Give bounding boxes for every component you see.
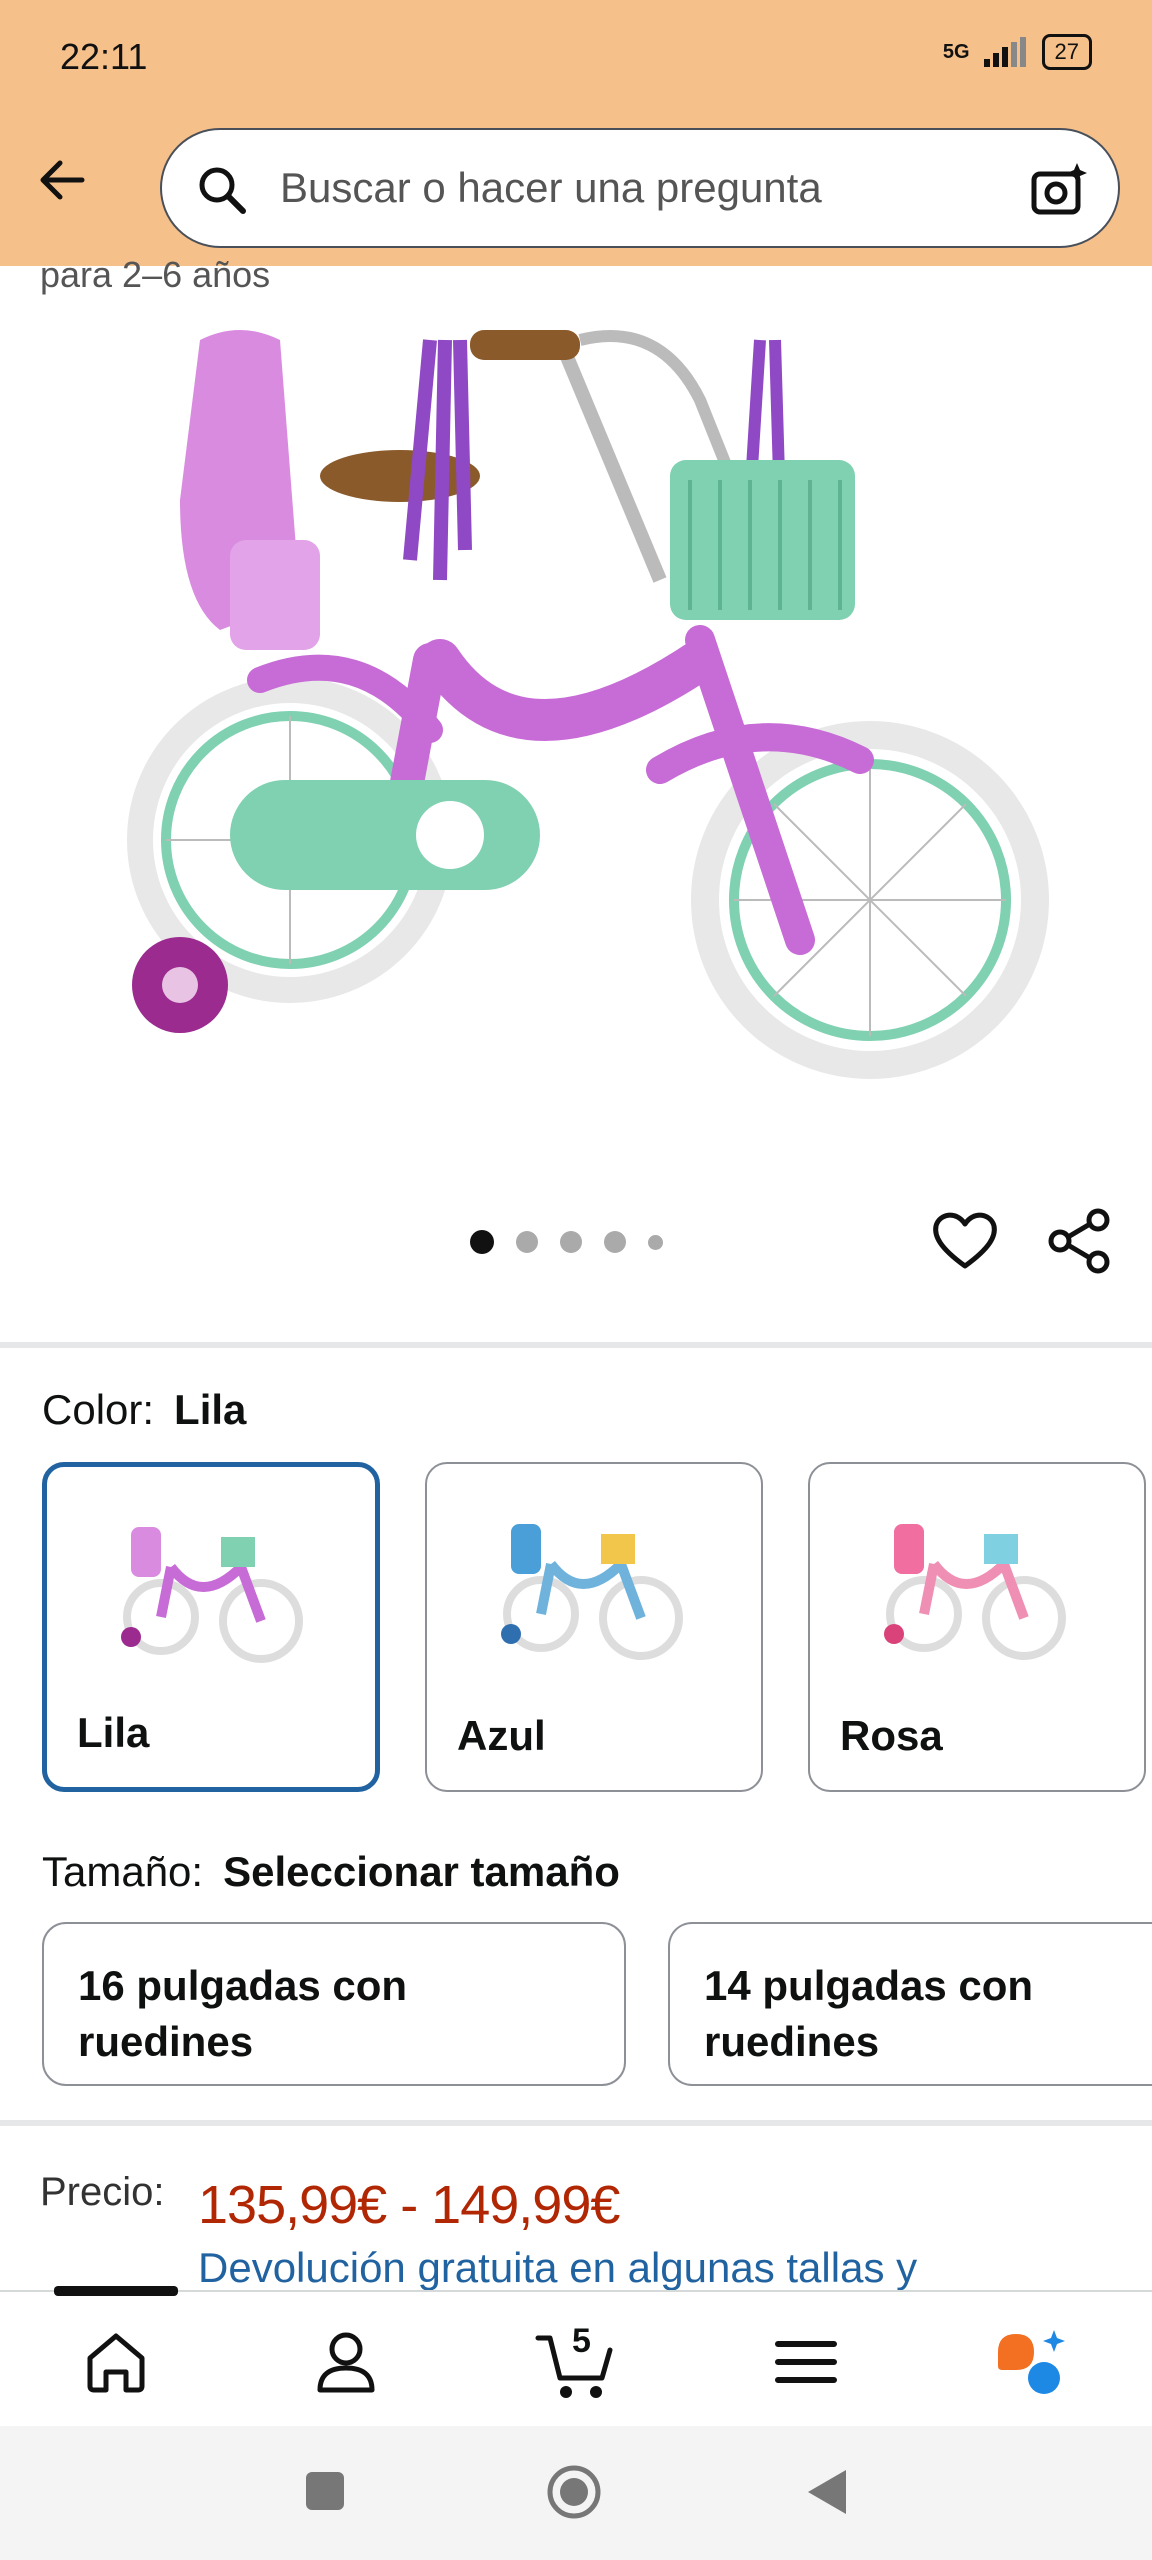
- recents-button[interactable]: [306, 2472, 344, 2510]
- carousel-dot[interactable]: [648, 1234, 663, 1250]
- back-system-button[interactable]: [804, 2466, 850, 2518]
- menu-icon[interactable]: [766, 2322, 846, 2402]
- search-icon: [199, 167, 246, 214]
- section-divider: [0, 1342, 1152, 1348]
- swatch-bike-image: [501, 1524, 683, 1660]
- heart-icon[interactable]: [930, 1208, 1000, 1272]
- color-option-name: Lila: [77, 1709, 150, 1756]
- size-label-row: Tamaño: Seleccionar tamaño: [42, 1848, 620, 1896]
- price-range: 135,99€ - 149,99€: [198, 2175, 620, 2235]
- camera-icon[interactable]: [1028, 160, 1088, 220]
- cart-button[interactable]: 5: [532, 2316, 622, 2406]
- color-selected-value: Lila: [174, 1386, 247, 1433]
- back-arrow-icon[interactable]: [32, 150, 92, 210]
- signal-label: 5G: [942, 40, 970, 63]
- carousel-dot[interactable]: [560, 1231, 582, 1253]
- color-option-name: Azul: [457, 1712, 546, 1759]
- status-icons: 5G 27: [943, 34, 1092, 70]
- battery-indicator: 27: [1041, 34, 1092, 70]
- cart-count: 5: [572, 2322, 591, 2360]
- size-option-line2: ruedines: [78, 2018, 254, 2065]
- size-option-16[interactable]: 16 pulgadas con ruedines: [42, 1922, 626, 2086]
- size-option-line1: 14 pulgadas con: [704, 1962, 1034, 2009]
- signal-icon: [983, 37, 1026, 67]
- home-system-button[interactable]: [546, 2464, 602, 2520]
- size-option-14[interactable]: 14 pulgadas con ruedines: [668, 1922, 1152, 2086]
- carousel-indicator[interactable]: [470, 1230, 663, 1254]
- size-label: Tamaño:: [42, 1848, 204, 1895]
- app-header: 22:11 5G 27 Buscar o hacer una pregunta: [0, 0, 1152, 266]
- color-option-azul[interactable]: Azul: [425, 1462, 763, 1792]
- product-image[interactable]: [100, 300, 1050, 1180]
- search-bar[interactable]: Buscar o hacer una pregunta: [160, 128, 1120, 248]
- product-subtitle: para 2–6 años: [40, 254, 271, 295]
- color-option-rosa[interactable]: Rosa: [808, 1462, 1146, 1792]
- free-return-link[interactable]: Devolución gratuita en algunas tallas y: [198, 2244, 917, 2292]
- rufus-ai-icon[interactable]: [992, 2322, 1072, 2402]
- share-icon[interactable]: [1044, 1206, 1114, 1276]
- color-label: Color:: [42, 1386, 155, 1433]
- size-selected-value: Seleccionar tamaño: [223, 1848, 620, 1895]
- size-option-line2: ruedines: [704, 2018, 880, 2065]
- account-icon[interactable]: [306, 2322, 386, 2402]
- section-divider: [0, 2120, 1152, 2126]
- size-option-line1: 16 pulgadas con: [78, 1962, 408, 2009]
- color-option-name: Rosa: [840, 1712, 943, 1759]
- active-tab-indicator: [54, 2286, 178, 2296]
- swatch-bike-image: [121, 1527, 303, 1663]
- color-option-lila[interactable]: Lila: [42, 1462, 380, 1792]
- status-time: 22:11: [60, 36, 148, 77]
- search-input[interactable]: Buscar o hacer una pregunta: [280, 164, 822, 212]
- carousel-dot[interactable]: [604, 1231, 626, 1253]
- swatch-bike-image: [884, 1524, 1066, 1660]
- carousel-dot[interactable]: [516, 1231, 538, 1253]
- home-icon[interactable]: [76, 2322, 156, 2402]
- carousel-dot[interactable]: [470, 1230, 494, 1254]
- color-label-row: Color: Lila: [42, 1386, 246, 1434]
- price-label: Precio:: [40, 2170, 165, 2214]
